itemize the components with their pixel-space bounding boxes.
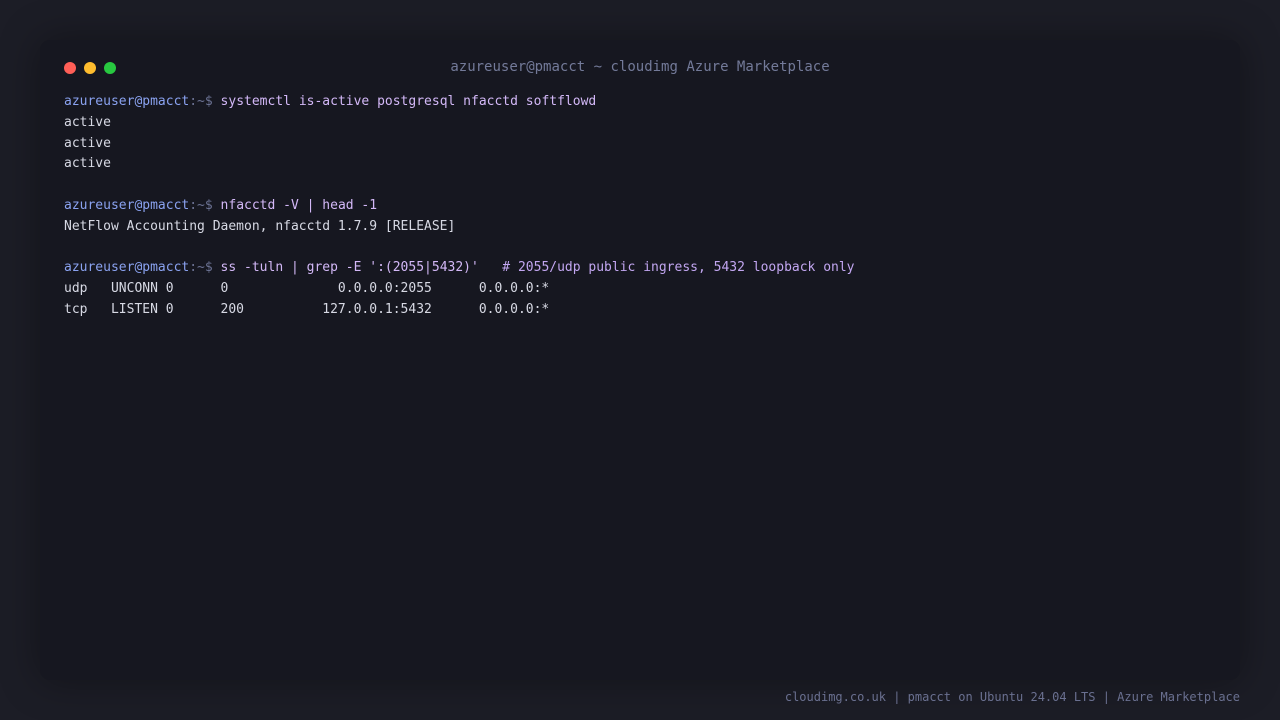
output-line: active [64,135,111,151]
command-line: azureuser@pmacct:~$ systemctl is-active … [64,92,1214,113]
command-text: systemctl is-active postgresql nfacctd s… [220,94,597,109]
command-comment: # 2055/udp public ingress, 5432 loopback… [478,260,855,276]
prompt-path: :~$ [189,94,221,109]
terminal-output[interactable]: azureuser@pmacct:~$ systemctl is-active … [64,92,1214,321]
command-text: ss -tuln | grep -E ':(2055|5432)' [220,260,479,276]
terminal-window: azureuser@pmacct ~ cloudimg Azure Market… [40,40,1240,680]
output-line: tcp LISTEN 0 200 127.0.0.1:5432 0.0.0.0:… [64,301,550,317]
prompt-user-host: azureuser@pmacct [64,94,190,109]
prompt-path: :~$ [189,260,221,276]
output-line: udp UNCONN 0 0 0.0.0.0:2055 0.0.0.0:* [64,281,550,297]
command-line: azureuser@pmacct:~$ ss -tuln | grep -E '… [64,258,1214,279]
command-text: nfacctd -V | head -1 [220,197,378,213]
output-line: active [64,114,111,130]
command-line: azureuser@pmacct:~$ nfacctd -V | head -1 [64,196,1214,217]
prompt-user-host: azureuser@pmacct [64,197,190,213]
output-line: active [64,156,111,172]
title-bar: azureuser@pmacct ~ cloudimg Azure Market… [40,40,1240,96]
output-line: NetFlow Accounting Daemon, nfacctd 1.7.9… [64,218,456,234]
prompt-user-host: azureuser@pmacct [64,260,190,276]
window-title: azureuser@pmacct ~ cloudimg Azure Market… [450,59,830,75]
footer-caption: cloudimg.co.uk | pmacct on Ubuntu 24.04 … [784,690,1240,704]
prompt-path: :~$ [189,197,221,213]
